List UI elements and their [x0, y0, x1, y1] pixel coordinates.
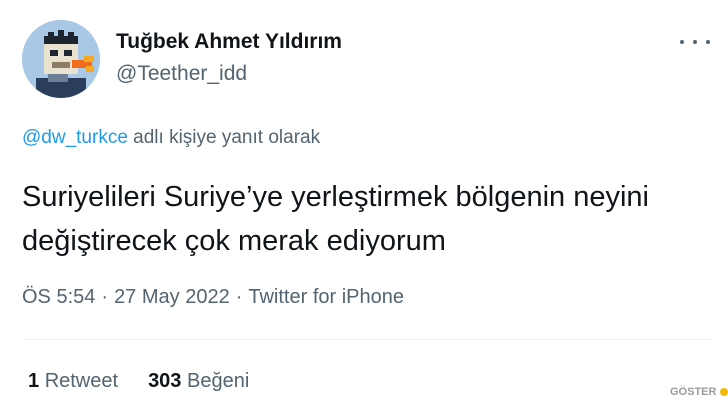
more-dot [706, 40, 710, 44]
more-options-icon[interactable] [680, 32, 710, 52]
reply-context: @dw_turkce adlı kişiye yanıt olarak [22, 127, 320, 149]
tweet-date[interactable]: 27 May 2022 [114, 286, 230, 308]
tweet-time[interactable]: ÖS 5:54 [22, 286, 95, 308]
author-display-name[interactable]: Tuğbek Ahmet Yıldırım [116, 30, 342, 54]
reply-mention-link[interactable]: @dw_turkce [22, 127, 128, 148]
watermark-text: GÖSTER [670, 386, 717, 398]
tweet-source-link[interactable]: Twitter for iPhone [248, 286, 404, 308]
retweet-count: 1 [28, 370, 40, 392]
retweet-label: Retweet [44, 370, 119, 392]
meta-separator: · [235, 286, 243, 308]
tweet-meta: ÖS 5:54 · 27 May 2022 · Twitter for iPhone [22, 286, 404, 309]
divider [22, 339, 712, 340]
likes-stat[interactable]: 303 Beğeni [148, 370, 249, 393]
retweets-stat[interactable]: 1 Retweet [28, 370, 118, 393]
meta-separator: · [101, 286, 109, 308]
like-label: Beğeni [187, 370, 250, 392]
reply-suffix: adlı kişiye yanıt olarak [127, 127, 321, 148]
tweet-stats: 1 Retweet 303 Beğeni [28, 370, 279, 393]
tweet-text: Suriyelileri Suriye’ye yerleştirmek bölg… [22, 181, 649, 257]
author-handle[interactable]: @Teether_idd [116, 62, 247, 86]
watermark-logo-icon [719, 388, 728, 397]
like-count: 303 [148, 370, 182, 392]
avatar[interactable] [22, 20, 100, 98]
watermark: GÖSTER [670, 386, 728, 398]
more-dot [680, 40, 684, 44]
pixel-art-ape-avatar-icon [22, 20, 100, 98]
more-dot [693, 40, 697, 44]
